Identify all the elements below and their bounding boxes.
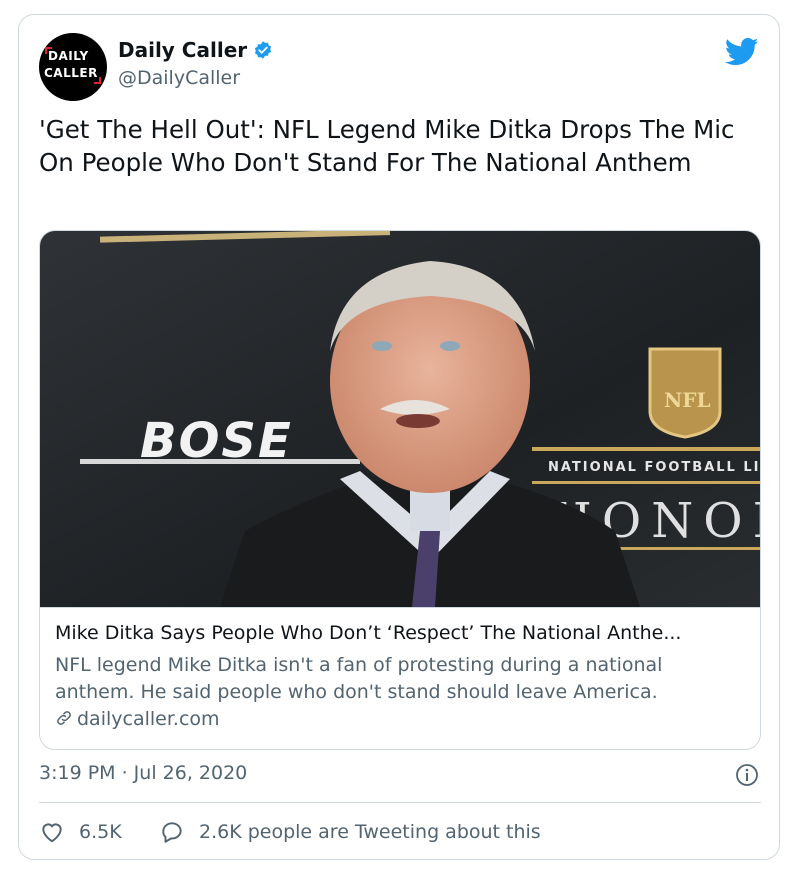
banner-text: NATIONAL FOOTBALL LI — [548, 460, 760, 475]
conversation-button[interactable]: 2.6K people are Tweeting about this — [159, 819, 541, 845]
bose-logo-text: BOSE — [140, 413, 293, 469]
card-title[interactable]: Mike Ditka Says People Who Don’t ‘Respec… — [55, 622, 681, 644]
avatar-text-line2: CALLER — [44, 66, 98, 80]
link-preview-card[interactable]: BOSE NATIONAL FOOTBALL LI HONOR NFL Mike… — [39, 230, 761, 750]
twitter-bird-icon[interactable] — [725, 37, 759, 67]
heart-icon — [42, 823, 62, 843]
logo-bracket-bottom — [94, 77, 101, 84]
display-name[interactable]: Daily Caller — [118, 38, 247, 62]
card-domain-text: dailycaller.com — [77, 708, 220, 730]
tweet-text: 'Get The Hell Out': NFL Legend Mike Ditk… — [39, 115, 735, 177]
account-handle[interactable]: @DailyCaller — [118, 67, 240, 89]
avatar[interactable]: DAILY CALLER — [39, 33, 107, 101]
card-domain[interactable]: dailycaller.com — [55, 708, 220, 730]
verified-badge-icon — [254, 41, 272, 59]
divider — [39, 802, 761, 803]
card-description: NFL legend Mike Ditka isn't a fan of pro… — [55, 654, 663, 703]
link-icon — [57, 711, 71, 725]
article-image: BOSE NATIONAL FOOTBALL LI HONOR NFL — [40, 231, 760, 607]
card-separator — [40, 607, 760, 608]
like-count: 6.5K — [79, 821, 122, 843]
avatar-text-line1: DAILY — [48, 49, 89, 63]
conversation-text: 2.6K people are Tweeting about this — [199, 821, 541, 843]
tweet-timestamp[interactable]: 3:19 PM · Jul 26, 2020 — [39, 762, 247, 784]
speech-bubble-icon — [162, 822, 182, 843]
like-button[interactable]: 6.5K — [39, 819, 122, 845]
info-icon[interactable] — [735, 763, 759, 787]
tweet-card: DAILY CALLER Daily Caller @DailyCaller '… — [18, 14, 780, 860]
nfl-shield-text: NFL — [664, 388, 711, 412]
